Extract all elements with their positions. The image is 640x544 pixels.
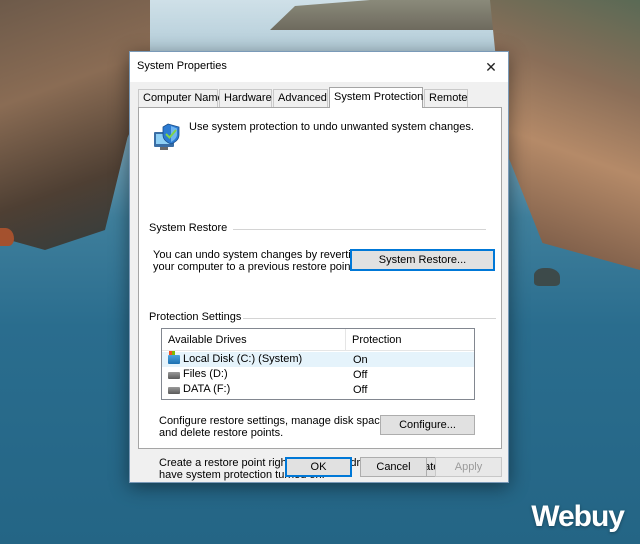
close-button[interactable]: ✕ [474, 52, 508, 82]
configure-description: Configure restore settings, manage disk … [159, 415, 389, 439]
drive-row-d[interactable]: Files (D:) Off [162, 367, 474, 382]
drive-name: Local Disk (C:) (System) [183, 353, 303, 365]
drive-row-f[interactable]: DATA (F:) Off [162, 382, 474, 397]
drives-list[interactable]: Available Drives Protection Local Disk (… [161, 328, 475, 400]
drive-row-c[interactable]: Local Disk (C:) (System) On [162, 350, 474, 367]
description-line: and delete restore points. [159, 427, 284, 439]
drive-name-cell: Files (D:) [168, 368, 228, 380]
drive-name: DATA (F:) [183, 383, 231, 395]
configure-button[interactable]: Configure... [380, 415, 475, 435]
system-restore-group-label: System Restore [149, 222, 228, 234]
close-icon: ✕ [485, 58, 497, 75]
group-divider [233, 229, 486, 230]
description-line: You can undo system changes by reverting [153, 249, 363, 261]
system-drive-icon [168, 350, 180, 364]
apply-button[interactable]: Apply [435, 457, 502, 477]
intro-text: Use system protection to undo unwanted s… [189, 121, 474, 133]
drive-icon [168, 386, 180, 394]
system-protection-panel: Use system protection to undo unwanted s… [138, 107, 502, 481]
description-line: Configure restore settings, manage disk … [159, 415, 389, 427]
drive-protection-status: Off [353, 384, 368, 396]
background-rock [0, 228, 14, 246]
tab-advanced[interactable]: Advanced [273, 89, 328, 107]
tab-system-protection[interactable]: System Protection [329, 87, 423, 108]
tab-hardware[interactable]: Hardware [219, 89, 272, 107]
system-restore-description: You can undo system changes by reverting… [153, 249, 363, 273]
ok-button[interactable]: OK [285, 457, 352, 477]
background-rock [534, 268, 560, 286]
protection-settings-group-label: Protection Settings [149, 311, 242, 323]
system-shield-icon [154, 123, 180, 150]
drive-protection-status: Off [353, 369, 368, 381]
drive-name: Files (D:) [183, 368, 228, 380]
system-restore-button[interactable]: System Restore... [350, 249, 495, 271]
column-header-protection[interactable]: Protection [346, 329, 474, 351]
window-title: System Properties [137, 60, 227, 72]
cancel-button[interactable]: Cancel [360, 457, 427, 477]
drive-icon [168, 371, 180, 379]
drive-name-cell: DATA (F:) [168, 383, 230, 395]
background-cliff [0, 0, 150, 250]
column-header-available-drives[interactable]: Available Drives [162, 329, 346, 351]
background-cliff [490, 0, 640, 270]
title-bar[interactable]: System Properties ✕ [130, 52, 508, 82]
drive-name-cell: Local Disk (C:) (System) [168, 350, 303, 365]
tab-computer-name[interactable]: Computer Name [138, 89, 224, 107]
background-cliff [270, 0, 520, 30]
watermark-logo: Webuy [531, 500, 625, 533]
tab-remote[interactable]: Remote [424, 89, 468, 107]
drive-protection-status: On [353, 354, 368, 366]
system-properties-dialog: System Properties ✕ Computer Name Hardwa… [129, 51, 509, 483]
description-line: your computer to a previous restore poin… [153, 261, 357, 273]
list-header: Available Drives Protection [162, 329, 474, 351]
group-divider [243, 318, 496, 319]
